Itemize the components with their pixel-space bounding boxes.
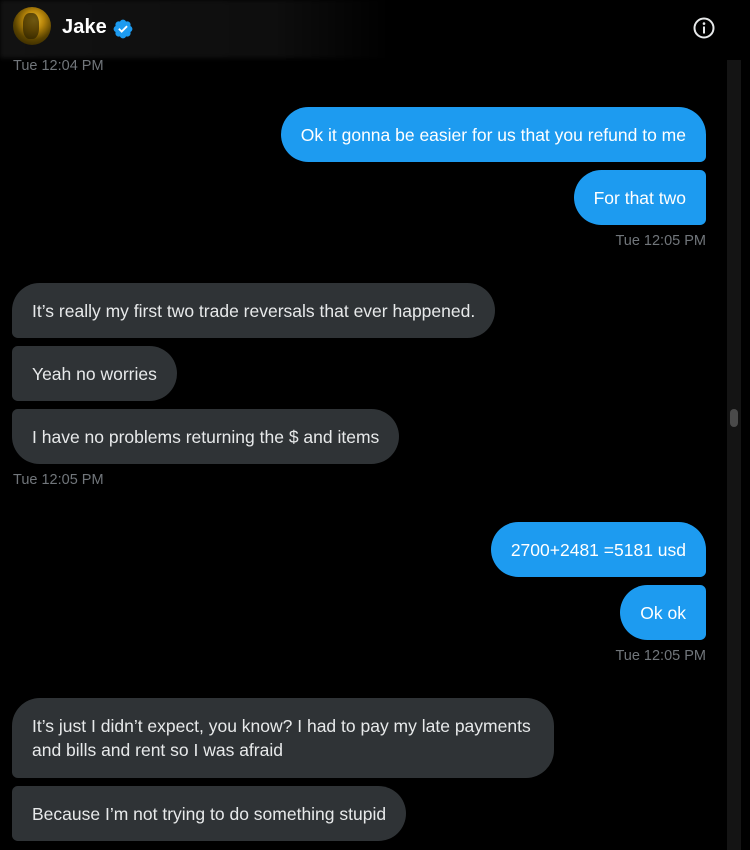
received-message-bubble[interactable]: I have no problems returning the $ and i… [12,409,400,464]
sent-message-bubble[interactable]: Ok it gonna be easier for us that you re… [280,107,706,162]
contact-name[interactable]: Jake [62,16,107,39]
received-message-bubble[interactable]: Because I’m not trying to do something s… [12,786,407,841]
received-message-bubble[interactable]: Yeah no worries [12,346,177,401]
message-timestamp: Tue 12:05 PM [13,472,104,488]
message-timestamp: Tue 12:04 PM [13,58,104,74]
verified-badge-icon [113,19,133,39]
scrollbar-thumb[interactable] [730,409,738,427]
sent-message-bubble[interactable]: Ok ok [620,585,706,640]
dm-conversation-window: Jake Tue 12:04 PM Ok it gonna be easier … [0,0,750,850]
conversation-header: Jake [0,0,750,58]
received-message-bubble[interactable]: It’s really my first two trade reversals… [12,283,496,338]
info-icon[interactable] [692,16,716,40]
header-backdrop [0,0,390,58]
sent-message-bubble[interactable]: 2700+2481 =5181 usd [490,522,706,577]
message-timestamp: Tue 12:05 PM [615,233,706,249]
sent-message-bubble[interactable]: For that two [573,170,706,225]
message-timestamp: Tue 12:05 PM [615,648,706,664]
scrollbar-track[interactable] [727,60,741,850]
avatar[interactable] [13,7,51,45]
received-message-bubble[interactable]: It’s just I didn’t expect, you know? I h… [12,698,554,778]
